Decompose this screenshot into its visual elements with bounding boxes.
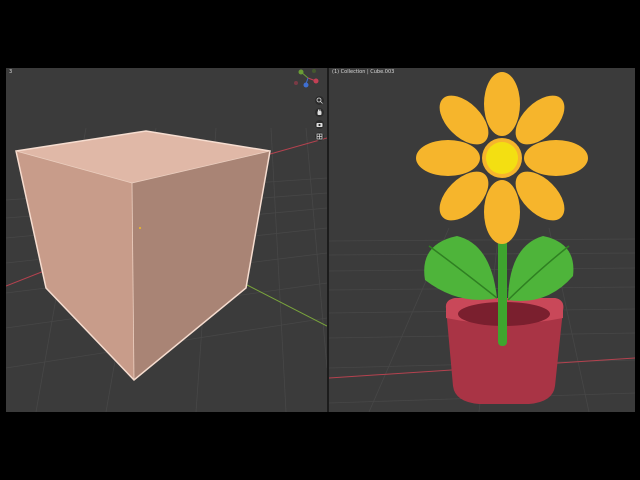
- hand-pan-icon[interactable]: [315, 108, 324, 117]
- viewport-right-scene: [329, 72, 635, 412]
- axis-gizmo[interactable]: [294, 69, 319, 88]
- grid-icon[interactable]: [315, 132, 324, 141]
- camera-icon[interactable]: [315, 120, 324, 129]
- viewport-left[interactable]: 3: [6, 68, 327, 412]
- viewport-right-header: (1) Collection | Cube.003: [332, 69, 395, 75]
- viewport-left-scene: [6, 69, 327, 412]
- viewport-right[interactable]: (1) Collection | Cube.003: [329, 68, 635, 412]
- viewport-left-header: 3: [9, 69, 13, 75]
- cube-object[interactable]: [15, 130, 271, 382]
- flower-pot-object[interactable]: [416, 72, 588, 404]
- zoom-icon[interactable]: [315, 96, 324, 105]
